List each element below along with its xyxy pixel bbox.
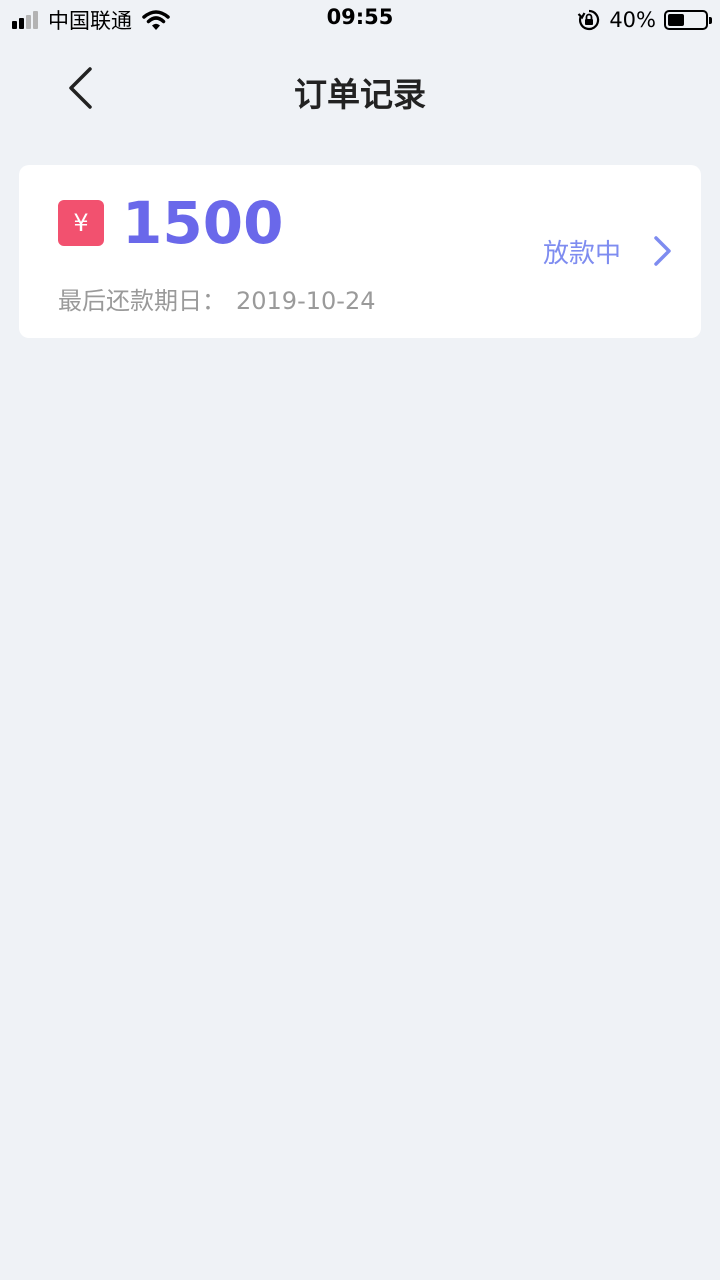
yen-icon: ¥ xyxy=(58,200,104,246)
status-bar: 中国联通 09:55 40% xyxy=(0,0,720,40)
battery-percent: 40% xyxy=(609,8,656,32)
order-amount: 1500 xyxy=(122,189,284,257)
order-card[interactable]: ¥ 1500 最后还款期日： 2019-10-24 放款中 xyxy=(19,165,701,338)
due-date-label: 最后还款期日： xyxy=(58,287,226,315)
status-bar-right: 40% xyxy=(577,6,712,34)
due-date-value: 2019-10-24 xyxy=(236,287,376,315)
nav-bar: 订单记录 xyxy=(0,40,720,136)
battery-icon xyxy=(664,10,712,30)
order-status: 放款中 xyxy=(542,239,621,269)
page-title: 订单记录 xyxy=(294,75,426,114)
chevron-right-icon xyxy=(654,236,671,266)
orientation-lock-icon xyxy=(578,9,600,31)
due-date-row: 最后还款期日： 2019-10-24 xyxy=(58,281,375,316)
